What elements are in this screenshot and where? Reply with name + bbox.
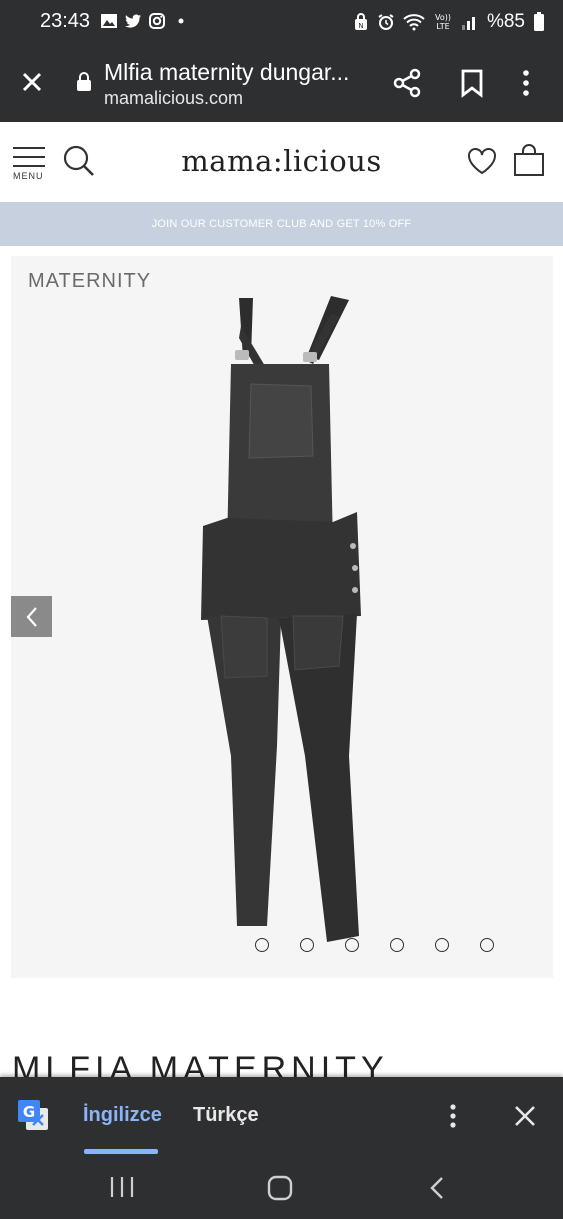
source-language-tab[interactable]: İngilizce — [83, 1104, 162, 1127]
gallery-dot-4[interactable] — [390, 938, 404, 952]
volte-icon: Vo)) LTE — [435, 13, 451, 31]
gallery-dot-1[interactable] — [255, 938, 269, 952]
recent-apps-icon[interactable] — [108, 1175, 136, 1199]
product-image[interactable] — [181, 286, 381, 946]
close-icon[interactable] — [512, 1103, 538, 1129]
svg-text:LTE: LTE — [436, 22, 449, 31]
home-icon[interactable] — [266, 1174, 294, 1202]
target-language-tab[interactable]: Türkçe — [193, 1104, 259, 1127]
wifi-icon — [403, 14, 425, 31]
page-domain: mamalicious.com — [104, 88, 244, 108]
svg-text:N: N — [358, 22, 363, 30]
alarm-icon — [378, 14, 394, 30]
gallery-dot-3[interactable] — [345, 938, 359, 952]
gallery-icon — [101, 14, 117, 28]
promo-banner[interactable]: JOIN OUR CUSTOMER CLUB AND GET 10% OFF — [0, 202, 563, 246]
gallery-dot-6[interactable] — [480, 938, 494, 952]
page-title: Mlfia maternity dungar... — [104, 59, 350, 85]
svg-text:Vo)): Vo)) — [435, 13, 451, 22]
status-bar: 23:43 N Vo)) LTE %85 — [0, 0, 563, 42]
google-translate-icon: G — [18, 1100, 48, 1130]
system-nav-bar — [0, 1155, 563, 1219]
close-icon[interactable] — [18, 68, 46, 96]
lock-icon — [77, 72, 91, 91]
site-header: MENU mama:licious — [0, 122, 563, 202]
wishlist-heart-icon[interactable] — [466, 146, 498, 176]
nfc-icon: N — [354, 13, 367, 30]
active-tab-indicator — [84, 1149, 158, 1154]
shopping-bag-icon[interactable] — [512, 144, 546, 178]
more-vertical-icon[interactable] — [446, 1103, 460, 1129]
product-gallery: MATERNITY — [11, 256, 553, 978]
back-icon[interactable] — [428, 1175, 448, 1201]
instagram-icon — [149, 13, 165, 29]
gallery-pagination — [255, 938, 494, 952]
notification-icons — [100, 12, 190, 30]
translate-bar: G İngilizce Türkçe — [0, 1077, 563, 1155]
chevron-left-icon — [26, 606, 37, 627]
gallery-dot-2[interactable] — [300, 938, 314, 952]
share-icon[interactable] — [392, 68, 422, 98]
status-time: 23:43 — [40, 10, 91, 32]
twitter-icon — [125, 14, 141, 28]
battery-icon — [534, 12, 544, 31]
gallery-dot-5[interactable] — [435, 938, 449, 952]
battery-percent: %85 — [486, 11, 525, 32]
maternity-badge: MATERNITY — [28, 270, 152, 292]
browser-toolbar: Mlfia maternity dungar... mamalicious.co… — [0, 42, 563, 122]
dot-icon — [178, 18, 184, 24]
signal-icon — [461, 17, 475, 30]
bookmark-icon[interactable] — [460, 68, 484, 98]
more-vertical-icon[interactable] — [520, 68, 532, 98]
gallery-prev-button[interactable] — [11, 596, 52, 637]
system-icons: N Vo)) LTE %85 — [353, 11, 545, 33]
svg-text:G: G — [23, 1103, 35, 1121]
